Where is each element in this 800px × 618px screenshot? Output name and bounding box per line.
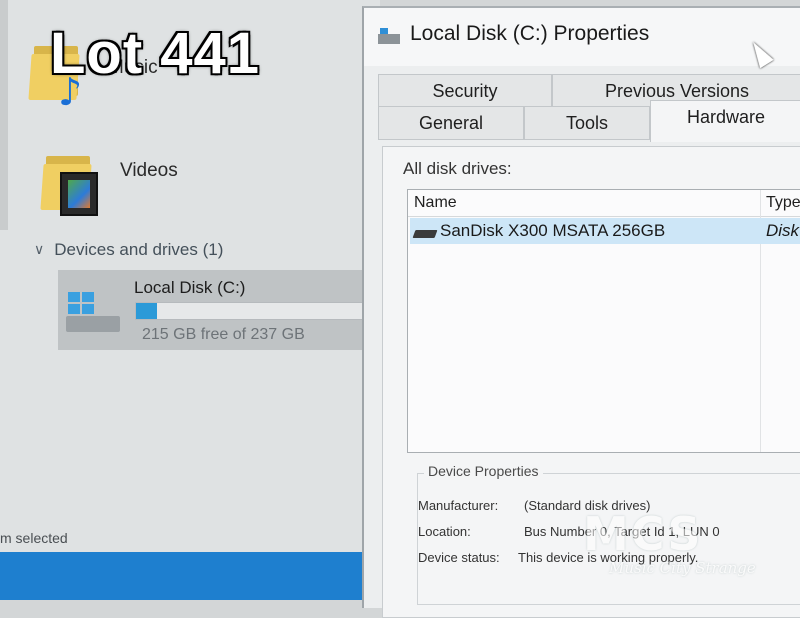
drive-free-space: 215 GB free of 237 GB: [142, 326, 305, 343]
videos-folder[interactable]: Videos: [40, 150, 178, 216]
dialog-title: Local Disk (C:) Properties: [410, 22, 650, 45]
list-header: Name Type: [408, 190, 800, 217]
tab-tools[interactable]: Tools: [524, 106, 650, 140]
manufacturer-label: Manufacturer:: [418, 498, 499, 513]
all-disk-drives-label: All disk drives:: [403, 159, 512, 178]
drive-usage-fill: [136, 303, 158, 319]
column-header-type[interactable]: Type: [766, 194, 800, 212]
device-status-label: Device status:: [418, 550, 500, 565]
mcs-watermark: MCS Music City Strange: [583, 507, 793, 587]
lot-label: Lot 441: [50, 21, 261, 86]
file-explorer-pane: ♪ Music Videos ∨ Devices and drives (1) …: [0, 0, 380, 600]
device-properties-title: Device Properties: [424, 463, 543, 479]
chevron-down-icon: ∨: [34, 242, 45, 258]
properties-dialog: Local Disk (C:) Properties Security Prev…: [362, 6, 800, 618]
tab-hardware[interactable]: Hardware: [650, 100, 800, 142]
drive-name: Local Disk (C:): [134, 278, 246, 297]
tab-security[interactable]: Security: [378, 74, 552, 108]
local-disk-tile[interactable]: Local Disk (C:) 215 GB free of 237 GB: [58, 270, 374, 350]
videos-folder-label: Videos: [120, 160, 178, 181]
tab-strip: Security Previous Versions General Tools…: [364, 74, 800, 142]
row-device-name: SanDisk X300 MSATA 256GB: [440, 221, 666, 240]
watermark-tagline: Music City Strange: [609, 559, 756, 577]
table-row[interactable]: SanDisk X300 MSATA 256GB Disk d: [410, 218, 800, 244]
location-label: Location:: [418, 524, 471, 539]
disk-drive-icon: [412, 230, 438, 238]
disk-drives-list[interactable]: Name Type SanDisk X300 MSATA 256GB Disk …: [407, 189, 800, 453]
hardware-panel: All disk drives: Name Type SanDisk X300 …: [382, 146, 800, 618]
drive-title-icon: [378, 28, 400, 46]
drive-usage-bar: [135, 302, 367, 320]
tab-general[interactable]: General: [378, 106, 524, 140]
row-device-type: Disk d: [766, 221, 800, 240]
explorer-nav-edge: [0, 0, 8, 230]
column-header-name[interactable]: Name: [414, 194, 457, 212]
local-disk-icon: [62, 288, 122, 338]
status-bar-text: m selected: [0, 530, 68, 546]
videos-folder-icon: [40, 150, 102, 216]
watermark-logo: MCS: [583, 507, 703, 561]
devices-and-drives-header[interactable]: ∨ Devices and drives (1): [34, 240, 223, 260]
dialog-title-bar[interactable]: Local Disk (C:) Properties: [364, 8, 800, 66]
taskbar: [0, 552, 380, 600]
devices-and-drives-label: Devices and drives (1): [54, 240, 224, 259]
